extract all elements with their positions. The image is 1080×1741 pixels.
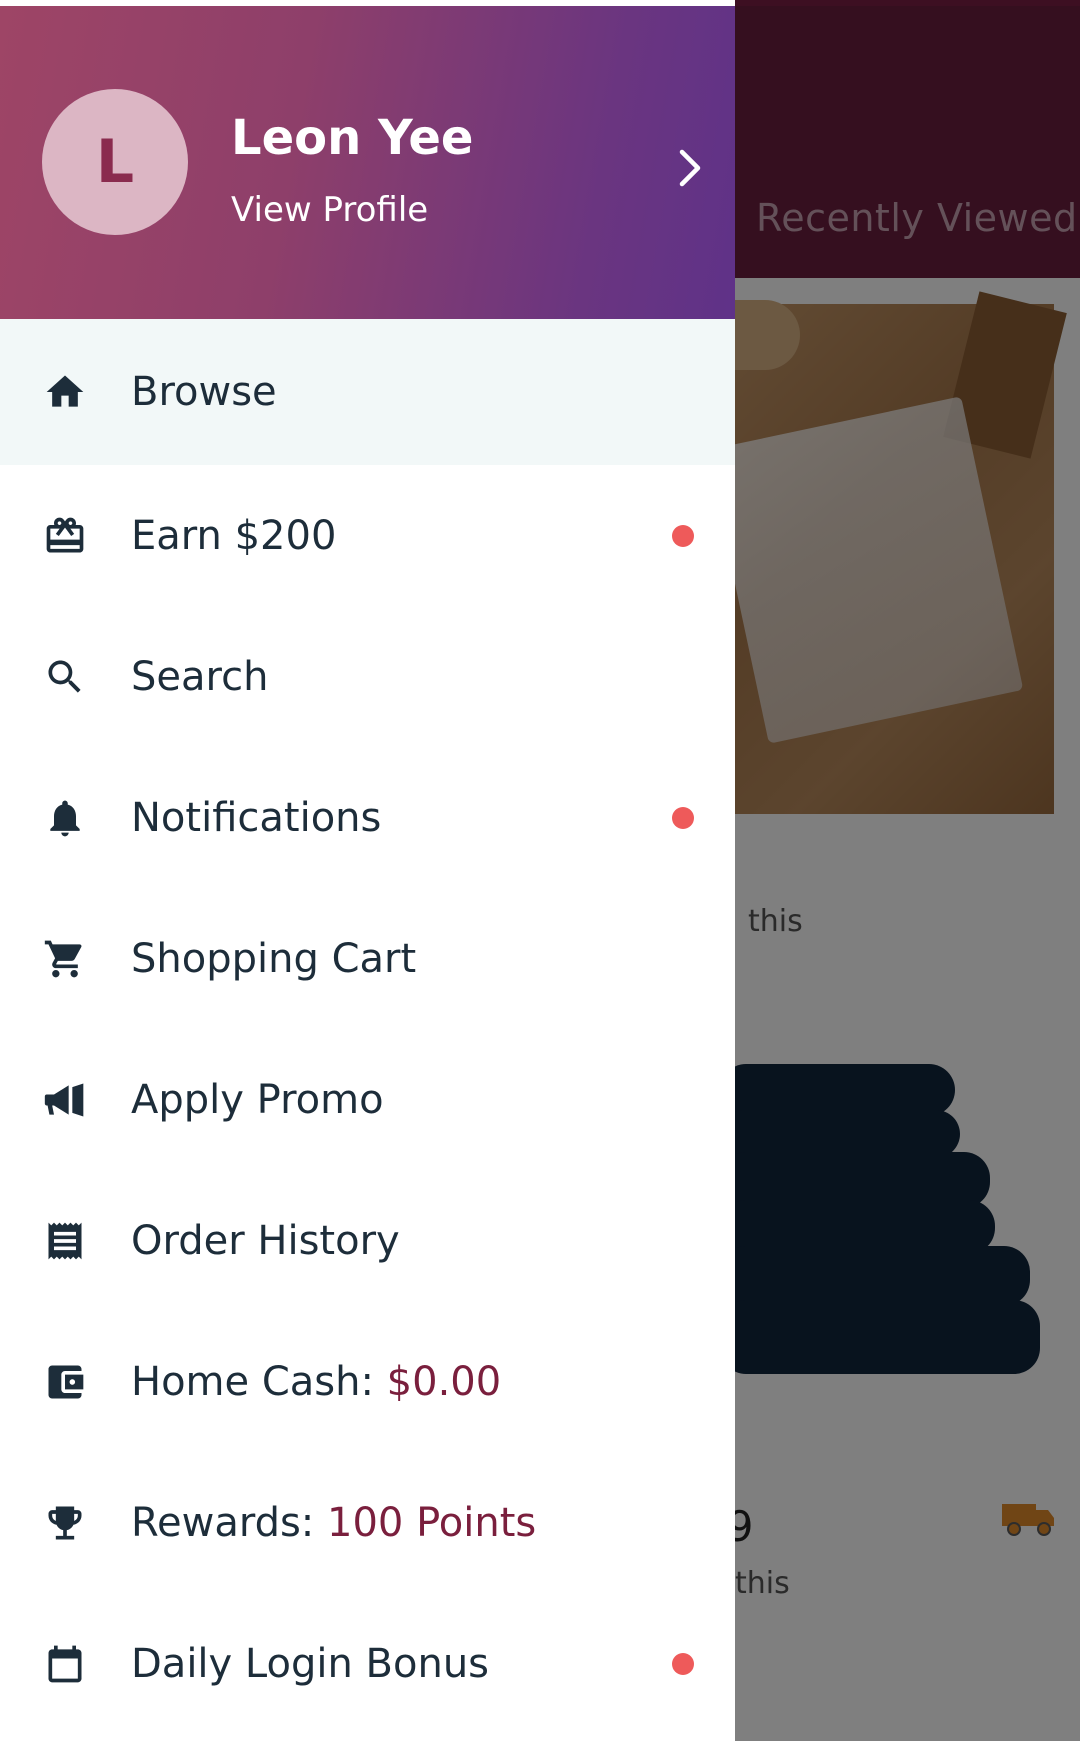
menu-item-browse[interactable]: Browse — [0, 319, 735, 465]
bell-icon — [42, 795, 88, 841]
menu-item-rewards[interactable]: Rewards: 100 Points — [0, 1452, 735, 1593]
drawer-menu: Browse Earn $200 Search Notifications Sh… — [0, 319, 735, 1734]
rewards-label: Rewards: — [131, 1499, 327, 1546]
menu-item-search[interactable]: Search — [0, 606, 735, 747]
calendar-icon — [42, 1641, 88, 1687]
menu-item-notifications[interactable]: Notifications — [0, 747, 735, 888]
notification-dot — [672, 806, 694, 829]
receipt-icon — [42, 1218, 88, 1264]
megaphone-icon — [42, 1077, 88, 1123]
home-icon — [42, 369, 88, 415]
shopping-cart-icon — [42, 936, 88, 982]
navigation-drawer: L Leon Yee View Profile Browse Earn $200… — [0, 0, 735, 1741]
search-icon — [42, 654, 88, 700]
menu-item-promo[interactable]: Apply Promo — [0, 1029, 735, 1170]
menu-label: Rewards: 100 Points — [131, 1500, 536, 1546]
menu-item-home-cash[interactable]: Home Cash: $0.00 — [0, 1311, 735, 1452]
menu-label: Earn $200 — [131, 512, 337, 559]
chevron-right-icon[interactable] — [670, 146, 710, 190]
avatar[interactable]: L — [42, 89, 188, 235]
rewards-value: 100 Points — [327, 1499, 537, 1546]
gift-icon — [42, 513, 88, 559]
user-name: Leon Yee — [231, 110, 474, 166]
menu-item-order-history[interactable]: Order History — [0, 1170, 735, 1311]
menu-label: Home Cash: $0.00 — [131, 1359, 501, 1405]
profile-header[interactable]: L Leon Yee View Profile — [0, 6, 735, 319]
menu-label: Notifications — [131, 794, 382, 841]
trophy-icon — [42, 1500, 88, 1546]
menu-item-cart[interactable]: Shopping Cart — [0, 888, 735, 1029]
wallet-icon — [42, 1359, 88, 1405]
menu-label: Shopping Cart — [131, 935, 417, 982]
home-cash-value: $0.00 — [386, 1358, 502, 1405]
menu-label: Search — [131, 653, 269, 700]
menu-item-daily-login[interactable]: Daily Login Bonus — [0, 1593, 735, 1734]
notification-dot — [672, 524, 694, 547]
menu-label: Apply Promo — [131, 1076, 384, 1123]
view-profile-link[interactable]: View Profile — [231, 190, 428, 230]
home-cash-label: Home Cash: — [131, 1358, 387, 1405]
menu-label: Browse — [131, 369, 277, 415]
menu-item-earn[interactable]: Earn $200 — [0, 465, 735, 606]
notification-dot — [672, 1652, 694, 1675]
menu-label: Order History — [131, 1217, 400, 1264]
menu-label: Daily Login Bonus — [131, 1640, 490, 1687]
